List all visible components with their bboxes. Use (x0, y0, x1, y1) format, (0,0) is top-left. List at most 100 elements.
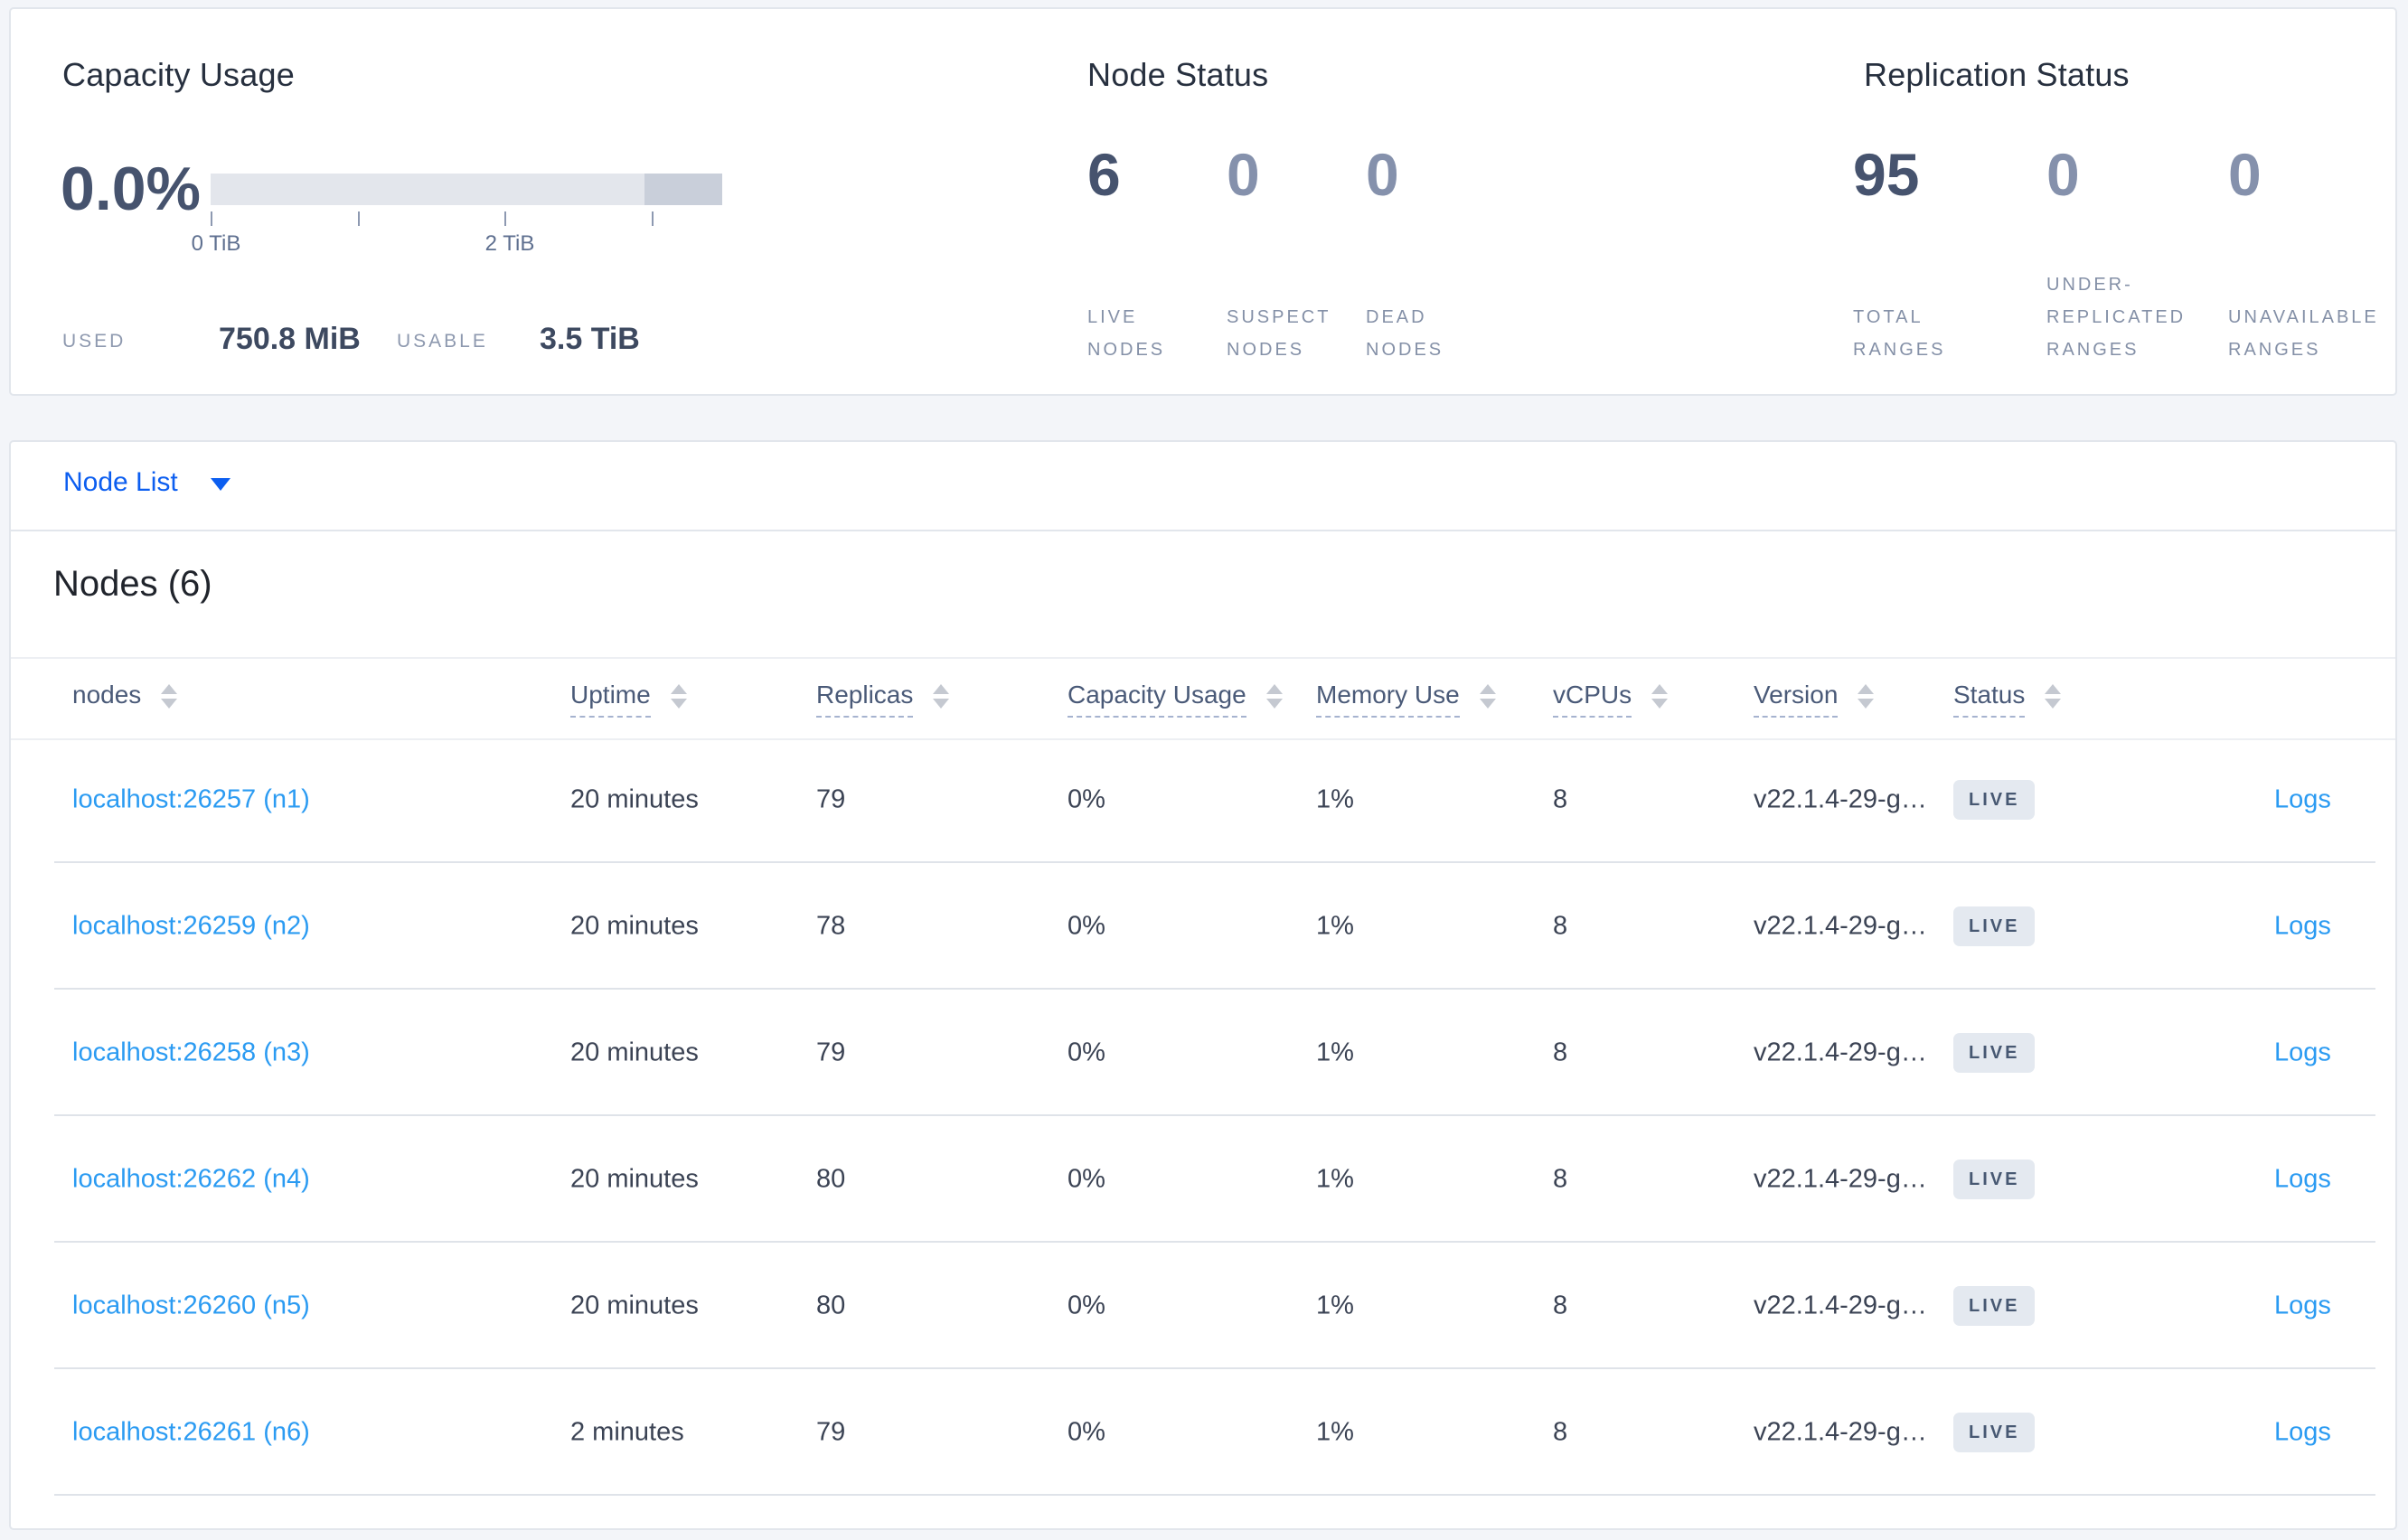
capacity-used-percent: 0.0% (61, 155, 201, 223)
status-badge: LIVE (1953, 1286, 2036, 1326)
axis-tick-label: 0 TiB (191, 231, 241, 256)
logs-link[interactable]: Logs (2274, 1418, 2331, 1448)
used-label: USED (62, 331, 127, 352)
dead-nodes-stat: 0 DEAD NODES (1366, 141, 1441, 366)
capacity-cell: 0% (1068, 1417, 1105, 1447)
logs-link[interactable]: Logs (2274, 1291, 2331, 1321)
chevron-down-icon (210, 478, 230, 491)
node-link[interactable]: localhost:26260 (n5) (72, 1291, 310, 1321)
table-row: localhost:26258 (n3) 20 minutes 79 0% 1%… (11, 990, 2395, 1116)
under-replicated-stat: 0 UNDER- REPLICATED RANGES (2046, 141, 2183, 366)
unavailable-ranges-label: UNAVAILABLE RANGES (2228, 307, 2379, 360)
axis-tick (504, 211, 506, 226)
column-header-version[interactable]: Version (1754, 681, 1875, 718)
sort-icon (1265, 684, 1283, 709)
uptime-cell: 20 minutes (570, 1038, 699, 1067)
nodes-count-title: Nodes (6) (53, 564, 212, 604)
status-badge: LIVE (1953, 1160, 2036, 1199)
dead-nodes-label: DEAD NODES (1366, 307, 1444, 360)
live-nodes-stat: 6 LIVE NODES (1087, 141, 1162, 366)
live-nodes-label: LIVE NODES (1087, 307, 1166, 360)
vcpus-cell: 8 (1553, 1417, 1568, 1447)
version-cell: v22.1.4-29-g… (1754, 1291, 1927, 1320)
dead-nodes-value: 0 (1366, 141, 1399, 208)
replicas-cell: 79 (816, 1417, 846, 1447)
node-link[interactable]: localhost:26261 (n6) (72, 1418, 310, 1448)
node-list-dropdown[interactable]: Node List (63, 467, 230, 498)
total-ranges-stat: 95 TOTAL RANGES (1853, 141, 1942, 366)
axis-tick (211, 211, 212, 226)
capacity-bar-tail (644, 174, 722, 205)
capacity-cell: 0% (1068, 1038, 1105, 1067)
axis-tick (358, 211, 360, 226)
column-header-capacity-usage[interactable]: Capacity Usage (1068, 681, 1283, 718)
node-list-dropdown-label: Node List (63, 467, 178, 497)
uptime-cell: 20 minutes (570, 784, 699, 814)
replicas-cell: 79 (816, 1038, 846, 1067)
column-header-vcpus[interactable]: vCPUs (1553, 681, 1669, 718)
unavailable-ranges-value: 0 (2228, 141, 2262, 208)
memory-cell: 1% (1316, 1038, 1354, 1067)
sort-icon (1651, 684, 1669, 709)
table-row: localhost:26260 (n5) 20 minutes 80 0% 1%… (11, 1243, 2395, 1369)
replicas-cell: 79 (816, 784, 846, 814)
under-replicated-value: 0 (2046, 141, 2080, 208)
vcpus-cell: 8 (1553, 1291, 1568, 1320)
node-link[interactable]: localhost:26259 (n2) (72, 912, 310, 942)
live-nodes-value: 6 (1087, 141, 1121, 208)
vcpus-cell: 8 (1553, 1164, 1568, 1194)
node-link[interactable]: localhost:26258 (n3) (72, 1038, 310, 1068)
sort-icon (161, 684, 178, 709)
status-badge: LIVE (1953, 906, 2036, 946)
uptime-cell: 20 minutes (570, 1291, 699, 1320)
logs-link[interactable]: Logs (2274, 912, 2331, 942)
uptime-cell: 2 minutes (570, 1417, 684, 1447)
status-badge: LIVE (1953, 1413, 2036, 1452)
table-header-row: nodes Uptime Replicas Capacity Usage Mem… (11, 657, 2395, 740)
total-ranges-label: TOTAL RANGES (1853, 307, 1946, 360)
node-list-header-strip: Node List (11, 442, 2395, 531)
status-badge: LIVE (1953, 1033, 2036, 1073)
memory-cell: 1% (1316, 1164, 1354, 1194)
suspect-nodes-label: SUSPECT NODES (1227, 307, 1331, 360)
cluster-overview-panel: Capacity Usage 0.0% 0 TiB 2 TiB USED 750… (9, 7, 2397, 396)
axis-tick-label: 2 TiB (484, 231, 535, 256)
sort-icon (1858, 684, 1875, 709)
capacity-cell: 0% (1068, 784, 1105, 814)
row-divider (54, 1494, 2375, 1496)
logs-link[interactable]: Logs (2274, 785, 2331, 815)
column-header-status[interactable]: Status (1953, 681, 2062, 718)
replicas-cell: 80 (816, 1291, 846, 1320)
logs-link[interactable]: Logs (2274, 1165, 2331, 1195)
table-row: localhost:26259 (n2) 20 minutes 78 0% 1%… (11, 863, 2395, 990)
total-ranges-value: 95 (1853, 141, 1920, 208)
sort-icon (670, 684, 687, 709)
column-header-nodes[interactable]: nodes (72, 681, 178, 709)
sort-icon (1479, 684, 1496, 709)
node-status-title: Node Status (1087, 56, 1269, 93)
vcpus-cell: 8 (1553, 1038, 1568, 1067)
uptime-cell: 20 minutes (570, 1164, 699, 1194)
axis-tick (652, 211, 654, 226)
replicas-cell: 80 (816, 1164, 846, 1194)
usable-value: 3.5 TiB (540, 322, 640, 356)
capacity-cell: 0% (1068, 911, 1105, 941)
memory-cell: 1% (1316, 1417, 1354, 1447)
column-header-replicas[interactable]: Replicas (816, 681, 950, 718)
under-replicated-label: UNDER- REPLICATED RANGES (2046, 275, 2187, 360)
table-row: localhost:26262 (n4) 20 minutes 80 0% 1%… (11, 1116, 2395, 1243)
column-header-memory-use[interactable]: Memory Use (1316, 681, 1496, 718)
memory-cell: 1% (1316, 911, 1354, 941)
memory-cell: 1% (1316, 1291, 1354, 1320)
version-cell: v22.1.4-29-g… (1754, 1038, 1927, 1067)
column-header-uptime[interactable]: Uptime (570, 681, 687, 718)
node-link[interactable]: localhost:26262 (n4) (72, 1165, 310, 1195)
status-badge: LIVE (1953, 780, 2036, 820)
logs-link[interactable]: Logs (2274, 1038, 2331, 1068)
table-row: localhost:26257 (n1) 20 minutes 79 0% 1%… (11, 737, 2395, 863)
table-row: localhost:26261 (n6) 2 minutes 79 0% 1% … (11, 1369, 2395, 1496)
capacity-bar (211, 174, 722, 205)
version-cell: v22.1.4-29-g… (1754, 784, 1927, 814)
node-link[interactable]: localhost:26257 (n1) (72, 785, 310, 815)
unavailable-ranges-stat: 0 UNAVAILABLE RANGES (2228, 141, 2376, 366)
